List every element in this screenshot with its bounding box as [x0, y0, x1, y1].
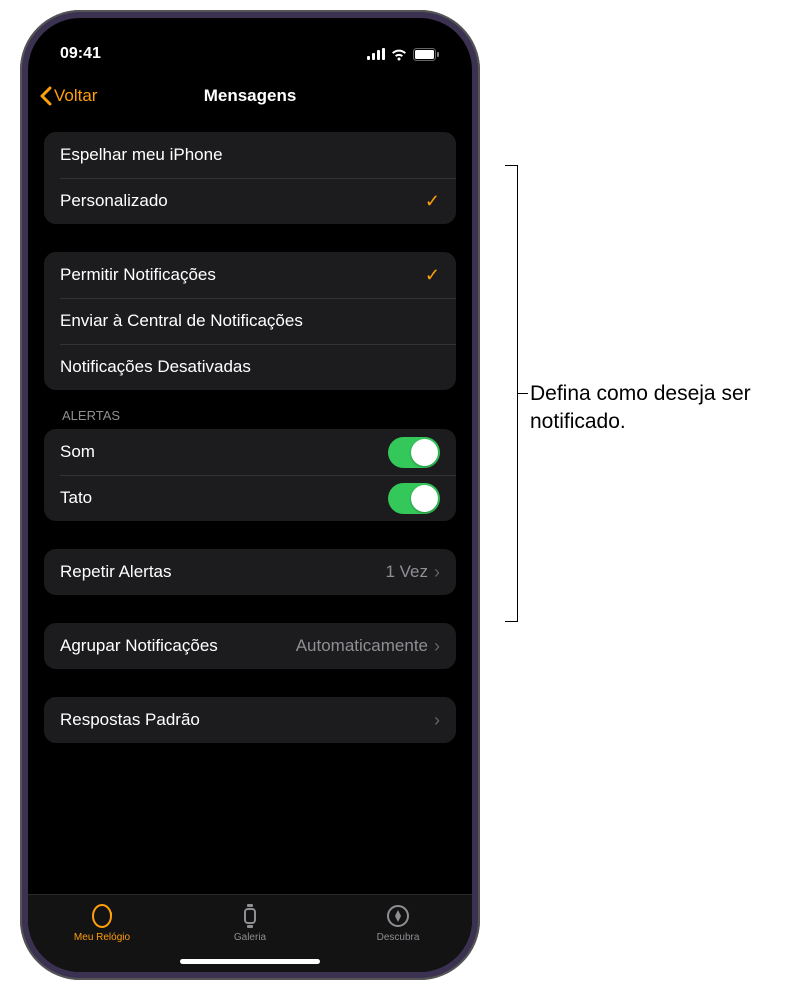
screen: 09:41 Voltar Mensagens Espelhar meu iPho…	[28, 18, 472, 972]
checkmark-icon: ✓	[425, 191, 440, 212]
home-indicator[interactable]	[180, 959, 320, 964]
allow-label: Permitir Notificações	[60, 265, 216, 285]
chevron-right-icon: ›	[434, 710, 440, 731]
defaults-label: Respostas Padrão	[60, 710, 200, 730]
grouping-label: Agrupar Notificações	[60, 636, 218, 656]
allow-notifications-row[interactable]: Permitir Notificações ✓	[44, 252, 456, 298]
repeat-value: 1 Vez	[385, 562, 428, 582]
battery-icon	[413, 48, 440, 61]
callout-text: Defina como deseja ser notificado.	[530, 380, 785, 437]
chevron-right-icon: ›	[434, 562, 440, 583]
haptic-row: Tato	[44, 475, 456, 521]
tab-label: Meu Relógio	[74, 932, 130, 943]
tab-my-watch[interactable]: Meu Relógio	[28, 903, 176, 943]
page-title: Mensagens	[204, 86, 297, 106]
haptic-toggle[interactable]	[388, 483, 440, 514]
haptic-label: Tato	[60, 488, 92, 508]
chevron-right-icon: ›	[434, 636, 440, 657]
settings-content: Espelhar meu iPhone Personalizado ✓ Perm…	[28, 120, 472, 894]
gallery-icon	[240, 903, 260, 929]
callout-bracket	[493, 165, 518, 622]
group-notifications-row[interactable]: Agrupar Notificações Automaticamente ›	[44, 623, 456, 669]
back-button[interactable]: Voltar	[40, 86, 97, 106]
off-label: Notificações Desativadas	[60, 357, 251, 377]
tab-discover[interactable]: Descubra	[324, 903, 472, 943]
mirror-label: Espelhar meu iPhone	[60, 145, 223, 165]
wifi-icon	[390, 48, 408, 61]
repeat-alerts-row[interactable]: Repetir Alertas 1 Vez ›	[44, 549, 456, 595]
tab-gallery[interactable]: Galeria	[176, 903, 324, 943]
tab-label: Descubra	[377, 932, 420, 943]
mode-group: Espelhar meu iPhone Personalizado ✓	[44, 132, 456, 224]
send-label: Enviar à Central de Notificações	[60, 311, 303, 331]
navigation-bar: Voltar Mensagens	[28, 72, 472, 120]
alerts-group: Som Tato	[44, 429, 456, 521]
alerts-section-header: Alertas	[44, 408, 456, 429]
watch-icon	[90, 903, 114, 929]
default-replies-row[interactable]: Respostas Padrão ›	[44, 697, 456, 743]
tab-label: Galeria	[234, 932, 266, 943]
back-label: Voltar	[54, 86, 97, 106]
dynamic-island	[188, 40, 313, 76]
repeat-alerts-group: Repetir Alertas 1 Vez ›	[44, 549, 456, 595]
custom-label: Personalizado	[60, 191, 168, 211]
mirror-iphone-row[interactable]: Espelhar meu iPhone	[44, 132, 456, 178]
compass-icon	[386, 903, 410, 929]
notification-mode-group: Permitir Notificações ✓ Enviar à Central…	[44, 252, 456, 390]
cellular-icon	[367, 48, 385, 60]
chevron-left-icon	[40, 86, 52, 106]
phone-frame: 09:41 Voltar Mensagens Espelhar meu iPho…	[20, 10, 480, 980]
grouping-value: Automaticamente	[296, 636, 428, 656]
send-to-center-row[interactable]: Enviar à Central de Notificações	[44, 298, 456, 344]
default-replies-group: Respostas Padrão ›	[44, 697, 456, 743]
custom-row[interactable]: Personalizado ✓	[44, 178, 456, 224]
notifications-off-row[interactable]: Notificações Desativadas	[44, 344, 456, 390]
grouping-group: Agrupar Notificações Automaticamente ›	[44, 623, 456, 669]
sound-toggle[interactable]	[388, 437, 440, 468]
callout-tick	[518, 393, 528, 394]
repeat-label: Repetir Alertas	[60, 562, 172, 582]
status-time: 09:41	[60, 45, 101, 63]
checkmark-icon: ✓	[425, 265, 440, 286]
sound-row: Som	[44, 429, 456, 475]
sound-label: Som	[60, 442, 95, 462]
